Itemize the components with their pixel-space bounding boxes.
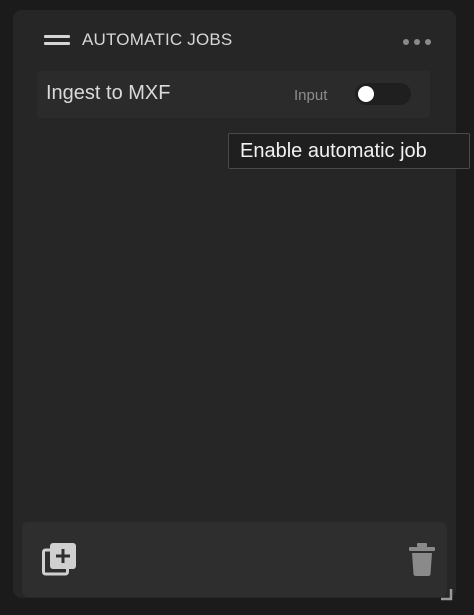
drag-handle-icon[interactable] [44, 35, 70, 48]
job-name: Ingest to MXF [46, 82, 171, 104]
add-job-icon[interactable] [42, 542, 78, 576]
more-options-icon[interactable] [403, 39, 431, 47]
enable-job-toggle[interactable] [355, 83, 411, 105]
trash-icon[interactable] [407, 543, 437, 576]
resize-handle-icon[interactable] [439, 587, 453, 601]
panel-footer [22, 522, 447, 597]
job-row[interactable]: Ingest to MXF Input [37, 71, 430, 118]
toggle-knob [358, 86, 374, 102]
enable-job-tooltip: Enable automatic job [228, 133, 470, 169]
job-type-label: Input [294, 87, 328, 104]
automatic-jobs-panel: AUTOMATIC JOBS Ingest to MXF Input [13, 10, 456, 598]
panel-title: AUTOMATIC JOBS [82, 30, 233, 49]
